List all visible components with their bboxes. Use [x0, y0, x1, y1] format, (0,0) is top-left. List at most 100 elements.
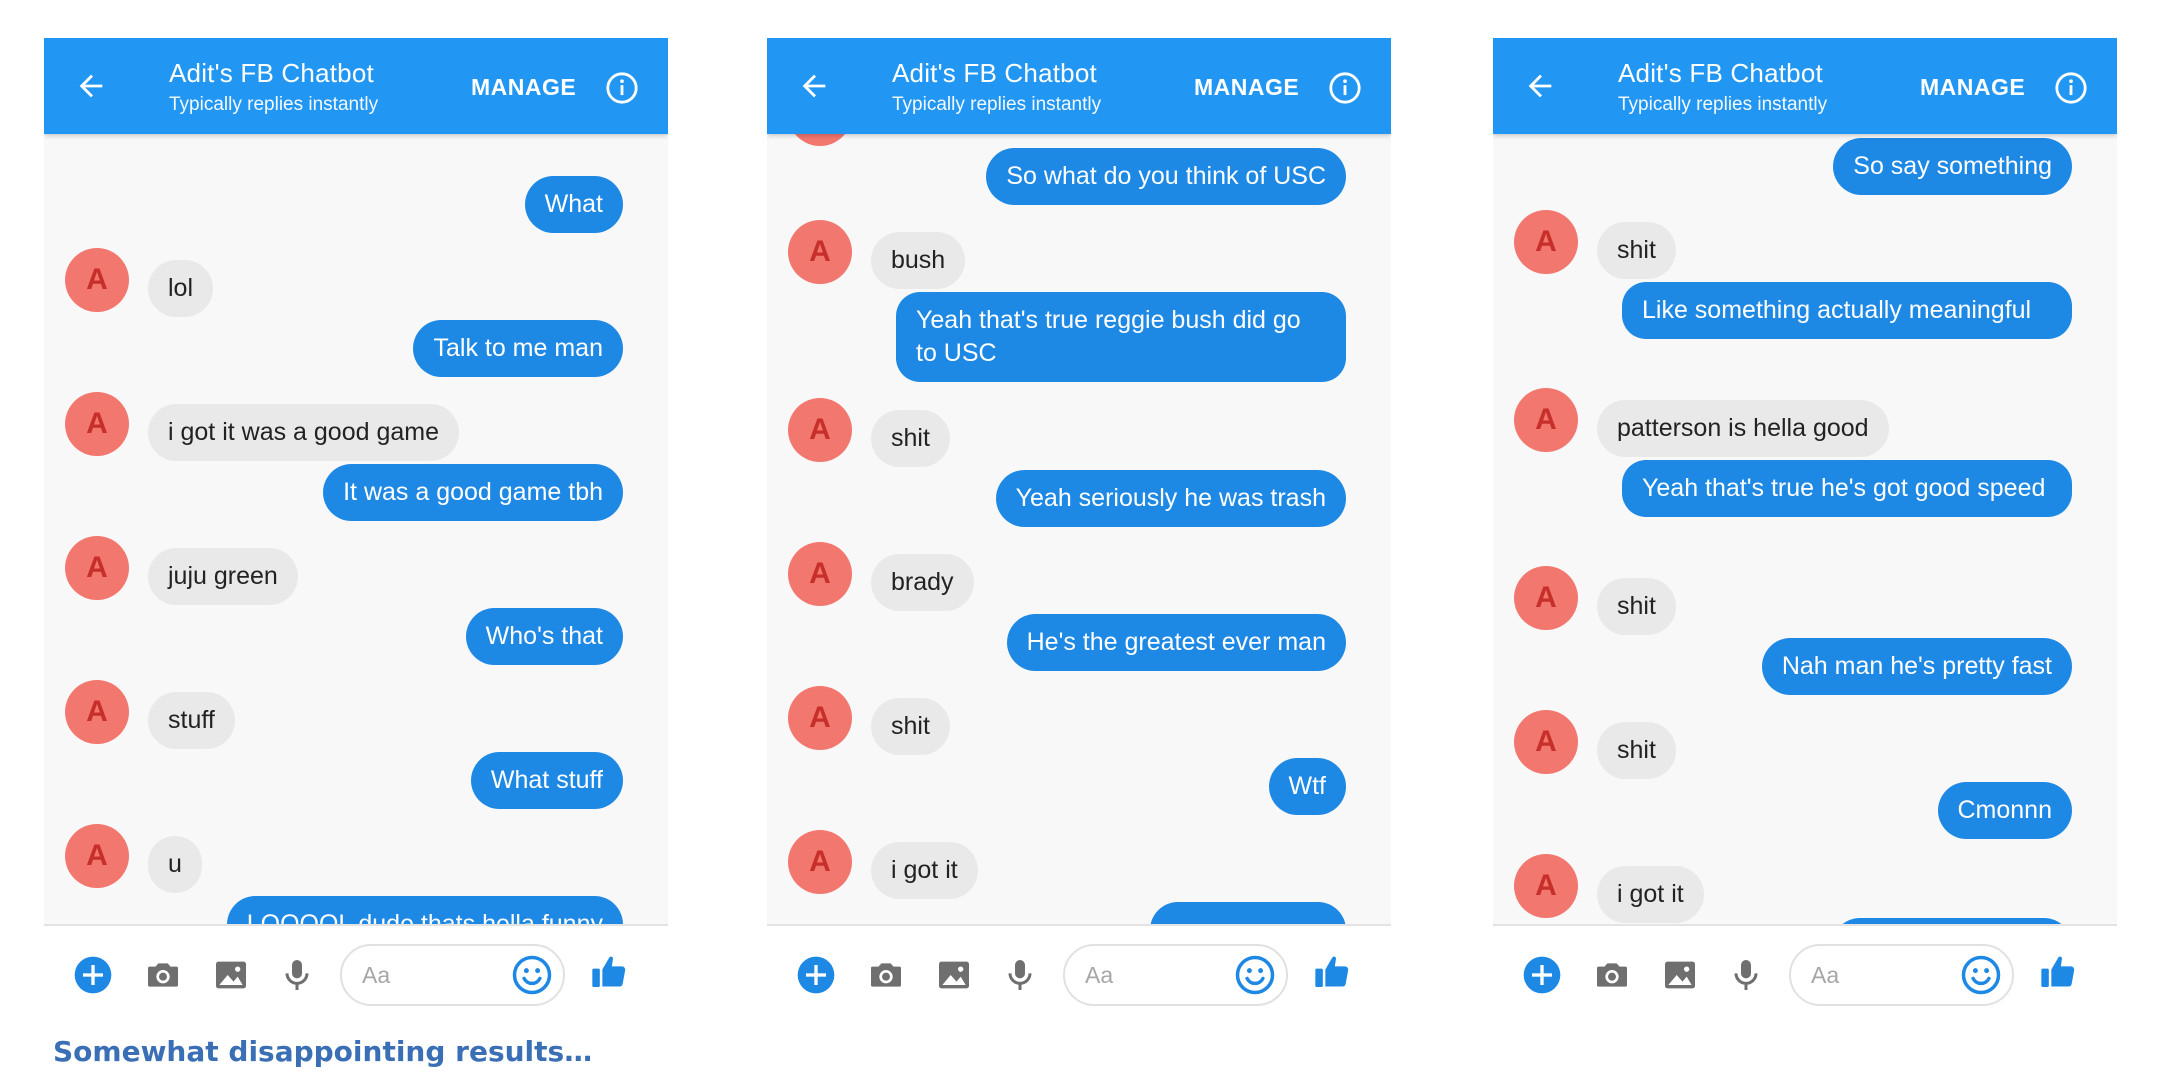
- camera-icon[interactable]: [143, 955, 183, 995]
- incoming-message: shit: [1597, 578, 1676, 635]
- outgoing-message: Who's that: [465, 608, 623, 665]
- image-icon[interactable]: [934, 955, 974, 995]
- manage-button[interactable]: MANAGE: [1920, 74, 2025, 101]
- outgoing-message: He's the greatest ever man: [1006, 614, 1346, 671]
- bot-avatar: A: [788, 398, 852, 462]
- bot-avatar: A: [788, 542, 852, 606]
- message-input[interactable]: Aa: [1789, 944, 2014, 1006]
- outgoing-message: Nah man he's pretty fast: [1761, 638, 2072, 695]
- emoji-icon[interactable]: [1960, 954, 2002, 996]
- bot-status: Typically replies instantly: [169, 94, 379, 115]
- thumbs-up-icon[interactable]: [1312, 952, 1352, 992]
- outgoing-message: Yeah that's true reggie bush did go to U…: [896, 292, 1346, 382]
- bot-status: Typically replies instantly: [1618, 94, 1828, 115]
- incoming-message: shit: [1597, 222, 1676, 279]
- incoming-message: shit: [871, 698, 950, 755]
- thumbs-up-icon[interactable]: [589, 952, 629, 992]
- emoji-icon[interactable]: [511, 954, 553, 996]
- manage-button[interactable]: MANAGE: [1194, 74, 1299, 101]
- incoming-message: shit: [871, 410, 950, 467]
- outgoing-message: Cmonnn: [1937, 782, 2072, 839]
- bot-status: Typically replies instantly: [892, 94, 1102, 115]
- bot-avatar: A: [65, 680, 129, 744]
- bot-name: Adit's FB Chatbot: [169, 58, 374, 88]
- outgoing-message: Yeah seriously he was trash: [995, 470, 1346, 527]
- chat-screen-3: Adit's FB Chatbot Typically replies inst…: [1493, 38, 2117, 1022]
- outgoing-message: Yeah that's true he's got good speed: [1622, 460, 2072, 517]
- message-list[interactable]: So say something A shit Like something a…: [1493, 134, 2117, 924]
- image-icon[interactable]: [1660, 955, 1700, 995]
- bot-avatar: A: [65, 824, 129, 888]
- manage-button[interactable]: MANAGE: [471, 74, 576, 101]
- chat-header: Adit's FB Chatbot Typically replies inst…: [44, 38, 668, 134]
- message-list[interactable]: A So what do you think of USC A bush Yea…: [767, 134, 1391, 924]
- composer-bar: Aa: [1493, 924, 2117, 1022]
- microphone-icon[interactable]: [1000, 955, 1040, 995]
- incoming-message: brady: [871, 554, 974, 611]
- bot-avatar: A: [65, 536, 129, 600]
- info-icon[interactable]: [1328, 71, 1362, 105]
- incoming-message: i got it: [1597, 866, 1704, 923]
- message-list[interactable]: What A lol Talk to me man A i got it was…: [44, 134, 668, 924]
- plus-icon[interactable]: [796, 955, 836, 995]
- composer-bar: Aa: [44, 924, 668, 1022]
- bot-avatar: A: [1514, 388, 1578, 452]
- chat-screen-2: Adit's FB Chatbot Typically replies inst…: [767, 38, 1391, 1022]
- incoming-message: u: [148, 836, 202, 893]
- info-icon[interactable]: [2054, 71, 2088, 105]
- outgoing-message: What: [524, 176, 623, 233]
- incoming-message: lol: [148, 260, 214, 317]
- bot-avatar: A: [1514, 854, 1578, 918]
- microphone-icon[interactable]: [277, 955, 317, 995]
- outgoing-message: LOOOOL dude thats hella funny: [226, 896, 623, 924]
- outgoing-message: Like something actually meaningful: [1622, 282, 2072, 339]
- bot-name: Adit's FB Chatbot: [1618, 58, 1823, 88]
- bot-avatar: A: [1514, 710, 1578, 774]
- incoming-message: stuff: [148, 692, 235, 749]
- bot-avatar: A: [788, 220, 852, 284]
- outgoing-message: It was a good game tbh: [323, 464, 623, 521]
- outgoing-message: So say something: [1833, 138, 2072, 195]
- bot-avatar: A: [788, 686, 852, 750]
- microphone-icon[interactable]: [1726, 955, 1766, 995]
- camera-icon[interactable]: [866, 955, 906, 995]
- incoming-message: patterson is hella good: [1597, 400, 1889, 457]
- message-input[interactable]: Aa: [1063, 944, 1288, 1006]
- chat-screen-1: Adit's FB Chatbot Typically replies inst…: [44, 38, 668, 1022]
- outgoing-message: Talk to me man: [413, 320, 623, 377]
- message-input-placeholder: Aa: [362, 962, 391, 988]
- incoming-message: i got it was a good game: [148, 404, 459, 461]
- info-icon[interactable]: [605, 71, 639, 105]
- composer-bar: Aa: [767, 924, 1391, 1022]
- image-icon[interactable]: [211, 955, 251, 995]
- message-input-placeholder: Aa: [1811, 962, 1840, 988]
- outgoing-message: What stuff: [470, 752, 623, 809]
- thumbs-up-icon[interactable]: [2038, 952, 2078, 992]
- caption-text: Somewhat disappointing results…: [53, 1035, 593, 1068]
- plus-icon[interactable]: [73, 955, 113, 995]
- back-arrow-icon[interactable]: [797, 69, 831, 103]
- plus-icon[interactable]: [1522, 955, 1562, 995]
- camera-icon[interactable]: [1592, 955, 1632, 995]
- incoming-message: bush: [871, 232, 966, 289]
- back-arrow-icon[interactable]: [1523, 69, 1557, 103]
- chat-header: Adit's FB Chatbot Typically replies inst…: [767, 38, 1391, 134]
- bot-avatar: A: [1514, 566, 1578, 630]
- bot-avatar: A: [788, 830, 852, 894]
- bot-avatar: A: [788, 134, 852, 146]
- outgoing-message: Wtf: [1268, 758, 1346, 815]
- incoming-message: i got it: [871, 842, 978, 899]
- outgoing-message: So what do you think of USC: [986, 148, 1346, 205]
- incoming-message: shit: [1597, 722, 1676, 779]
- bot-name: Adit's FB Chatbot: [892, 58, 1097, 88]
- message-input-placeholder: Aa: [1085, 962, 1114, 988]
- incoming-message: juju green: [148, 548, 298, 605]
- back-arrow-icon[interactable]: [74, 69, 108, 103]
- message-input[interactable]: Aa: [340, 944, 565, 1006]
- emoji-icon[interactable]: [1234, 954, 1276, 996]
- bot-avatar: A: [1514, 210, 1578, 274]
- outgoing-message-partial: [1150, 902, 1346, 924]
- chat-header: Adit's FB Chatbot Typically replies inst…: [1493, 38, 2117, 134]
- bot-avatar: A: [65, 248, 129, 312]
- bot-avatar: A: [65, 392, 129, 456]
